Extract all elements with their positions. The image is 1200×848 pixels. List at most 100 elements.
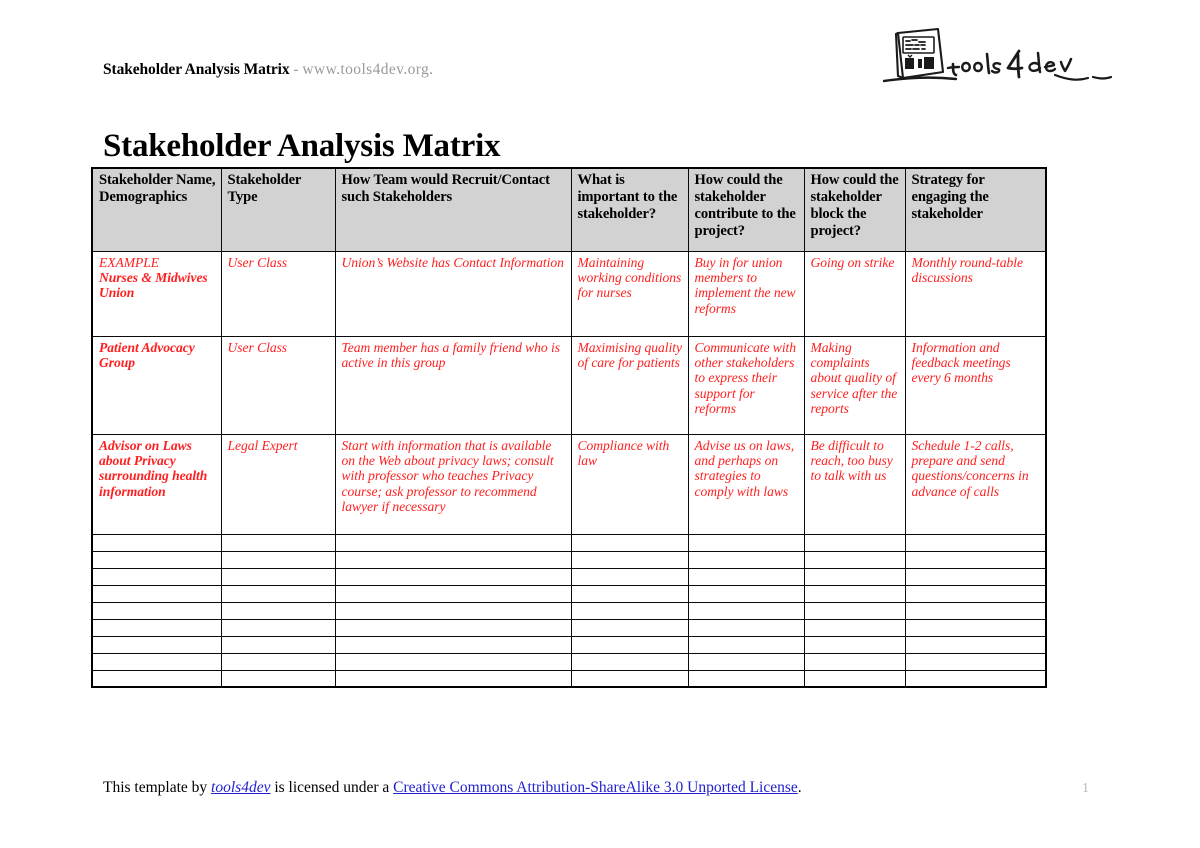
cell-empty[interactable] [687, 601, 805, 620]
cell-empty[interactable] [91, 533, 222, 552]
cell-empty[interactable] [904, 635, 1047, 654]
cell-stakeholder-type[interactable]: User Class [220, 250, 336, 337]
cell-empty[interactable] [803, 669, 906, 688]
cell-empty[interactable] [220, 601, 336, 620]
cell-empty[interactable] [687, 635, 805, 654]
cell-empty[interactable] [334, 584, 572, 603]
cell-empty[interactable] [91, 669, 222, 688]
cell-empty[interactable] [904, 584, 1047, 603]
cell-empty[interactable] [220, 584, 336, 603]
cell-empty[interactable] [904, 669, 1047, 688]
cell-name-value: Patient Advocacy Group [99, 339, 195, 370]
cell-empty[interactable] [687, 669, 805, 688]
cell-empty[interactable] [687, 550, 805, 569]
cell-empty[interactable] [570, 618, 689, 637]
cell-stakeholder-name[interactable]: Advisor on Laws about Privacy surroundin… [91, 433, 222, 535]
cell-empty[interactable] [570, 669, 689, 688]
cell-empty[interactable] [570, 635, 689, 654]
cell-stakeholder-name[interactable]: Patient Advocacy Group [91, 335, 222, 435]
cell-empty[interactable] [334, 669, 572, 688]
cell-empty[interactable] [803, 567, 906, 586]
cell-block-project[interactable]: Going on strike [803, 250, 906, 337]
table-empty-row [91, 567, 1047, 586]
cell-empty[interactable] [220, 618, 336, 637]
cell-empty[interactable] [803, 533, 906, 552]
table-row: EXAMPLE Nurses & Midwives Union User Cla… [91, 250, 1047, 337]
creative-commons-license-link[interactable]: Creative Commons Attribution-ShareAlike … [393, 779, 798, 796]
cell-stakeholder-type[interactable]: Legal Expert [220, 433, 336, 535]
license-text-middle: is licensed under a [270, 779, 394, 796]
cell-empty[interactable] [220, 567, 336, 586]
cell-empty[interactable] [904, 601, 1047, 620]
cell-empty[interactable] [334, 550, 572, 569]
cell-important-to-stakeholder[interactable]: Maximising quality of care for patients [570, 335, 689, 435]
page-title: Stakeholder Analysis Matrix [103, 128, 501, 165]
cell-engagement-strategy[interactable]: Monthly round-table discussions [904, 250, 1047, 337]
cell-empty[interactable] [803, 584, 906, 603]
cell-block-project[interactable]: Be difficult to reach, too busy to talk … [803, 433, 906, 535]
header-caption-separator: - [289, 61, 303, 78]
cell-empty[interactable] [687, 567, 805, 586]
cell-empty[interactable] [687, 652, 805, 671]
cell-empty[interactable] [91, 635, 222, 654]
cell-empty[interactable] [334, 533, 572, 552]
cell-empty[interactable] [570, 601, 689, 620]
cell-engagement-strategy[interactable]: Information and feedback meetings every … [904, 335, 1047, 435]
cell-empty[interactable] [687, 533, 805, 552]
cell-empty[interactable] [220, 652, 336, 671]
cell-empty[interactable] [220, 635, 336, 654]
cell-empty[interactable] [904, 652, 1047, 671]
document-header: Stakeholder Analysis Matrix - www.tools4… [0, 0, 1200, 105]
cell-empty[interactable] [904, 618, 1047, 637]
cell-empty[interactable] [334, 652, 572, 671]
cell-empty[interactable] [334, 601, 572, 620]
cell-empty[interactable] [803, 550, 906, 569]
tools4dev-link[interactable]: tools4dev [211, 779, 270, 796]
cell-empty[interactable] [570, 652, 689, 671]
table-empty-row [91, 669, 1047, 688]
cell-empty[interactable] [334, 567, 572, 586]
cell-empty[interactable] [334, 635, 572, 654]
cell-empty[interactable] [570, 584, 689, 603]
table-empty-row [91, 584, 1047, 603]
cell-empty[interactable] [334, 618, 572, 637]
cell-empty[interactable] [803, 618, 906, 637]
page-number: 1 [1082, 781, 1089, 796]
cell-recruit-contact[interactable]: Union’s Website has Contact Information [334, 250, 572, 337]
cell-contribute-to-project[interactable]: Buy in for union members to implement th… [687, 250, 805, 337]
cell-contribute-to-project[interactable]: Communicate with other stakeholders to e… [687, 335, 805, 435]
cell-empty[interactable] [687, 618, 805, 637]
cell-important-to-stakeholder[interactable]: Maintaining working conditions for nurse… [570, 250, 689, 337]
column-header-important-to-stakeholder: What is important to the stakeholder? [570, 167, 689, 252]
cell-block-project[interactable]: Making complaints about quality of servi… [803, 335, 906, 435]
cell-empty[interactable] [570, 567, 689, 586]
cell-empty[interactable] [220, 669, 336, 688]
column-header-block-project: How could the stakeholder block the proj… [803, 167, 906, 252]
cell-recruit-contact[interactable]: Team member has a family friend who is a… [334, 335, 572, 435]
cell-empty[interactable] [91, 601, 222, 620]
cell-contribute-to-project[interactable]: Advise us on laws, and perhaps on strate… [687, 433, 805, 535]
cell-stakeholder-type[interactable]: User Class [220, 335, 336, 435]
cell-empty[interactable] [904, 550, 1047, 569]
cell-empty[interactable] [220, 533, 336, 552]
cell-empty[interactable] [803, 652, 906, 671]
cell-recruit-contact[interactable]: Start with information that is available… [334, 433, 572, 535]
cell-empty[interactable] [91, 550, 222, 569]
cell-empty[interactable] [904, 567, 1047, 586]
cell-empty[interactable] [570, 550, 689, 569]
cell-empty[interactable] [91, 618, 222, 637]
cell-engagement-strategy[interactable]: Schedule 1-2 calls, prepare and send que… [904, 433, 1047, 535]
cell-empty[interactable] [904, 533, 1047, 552]
cell-empty[interactable] [91, 584, 222, 603]
cell-empty[interactable] [570, 533, 689, 552]
cell-empty[interactable] [687, 584, 805, 603]
cell-name-label: EXAMPLE [99, 254, 160, 270]
cell-empty[interactable] [803, 601, 906, 620]
cell-empty[interactable] [91, 652, 222, 671]
stakeholder-analysis-table: Stakeholder Name, Demographics Stakehold… [91, 167, 1047, 688]
cell-stakeholder-name[interactable]: EXAMPLE Nurses & Midwives Union [91, 250, 222, 337]
cell-important-to-stakeholder[interactable]: Compliance with law [570, 433, 689, 535]
cell-empty[interactable] [803, 635, 906, 654]
cell-empty[interactable] [91, 567, 222, 586]
cell-empty[interactable] [220, 550, 336, 569]
